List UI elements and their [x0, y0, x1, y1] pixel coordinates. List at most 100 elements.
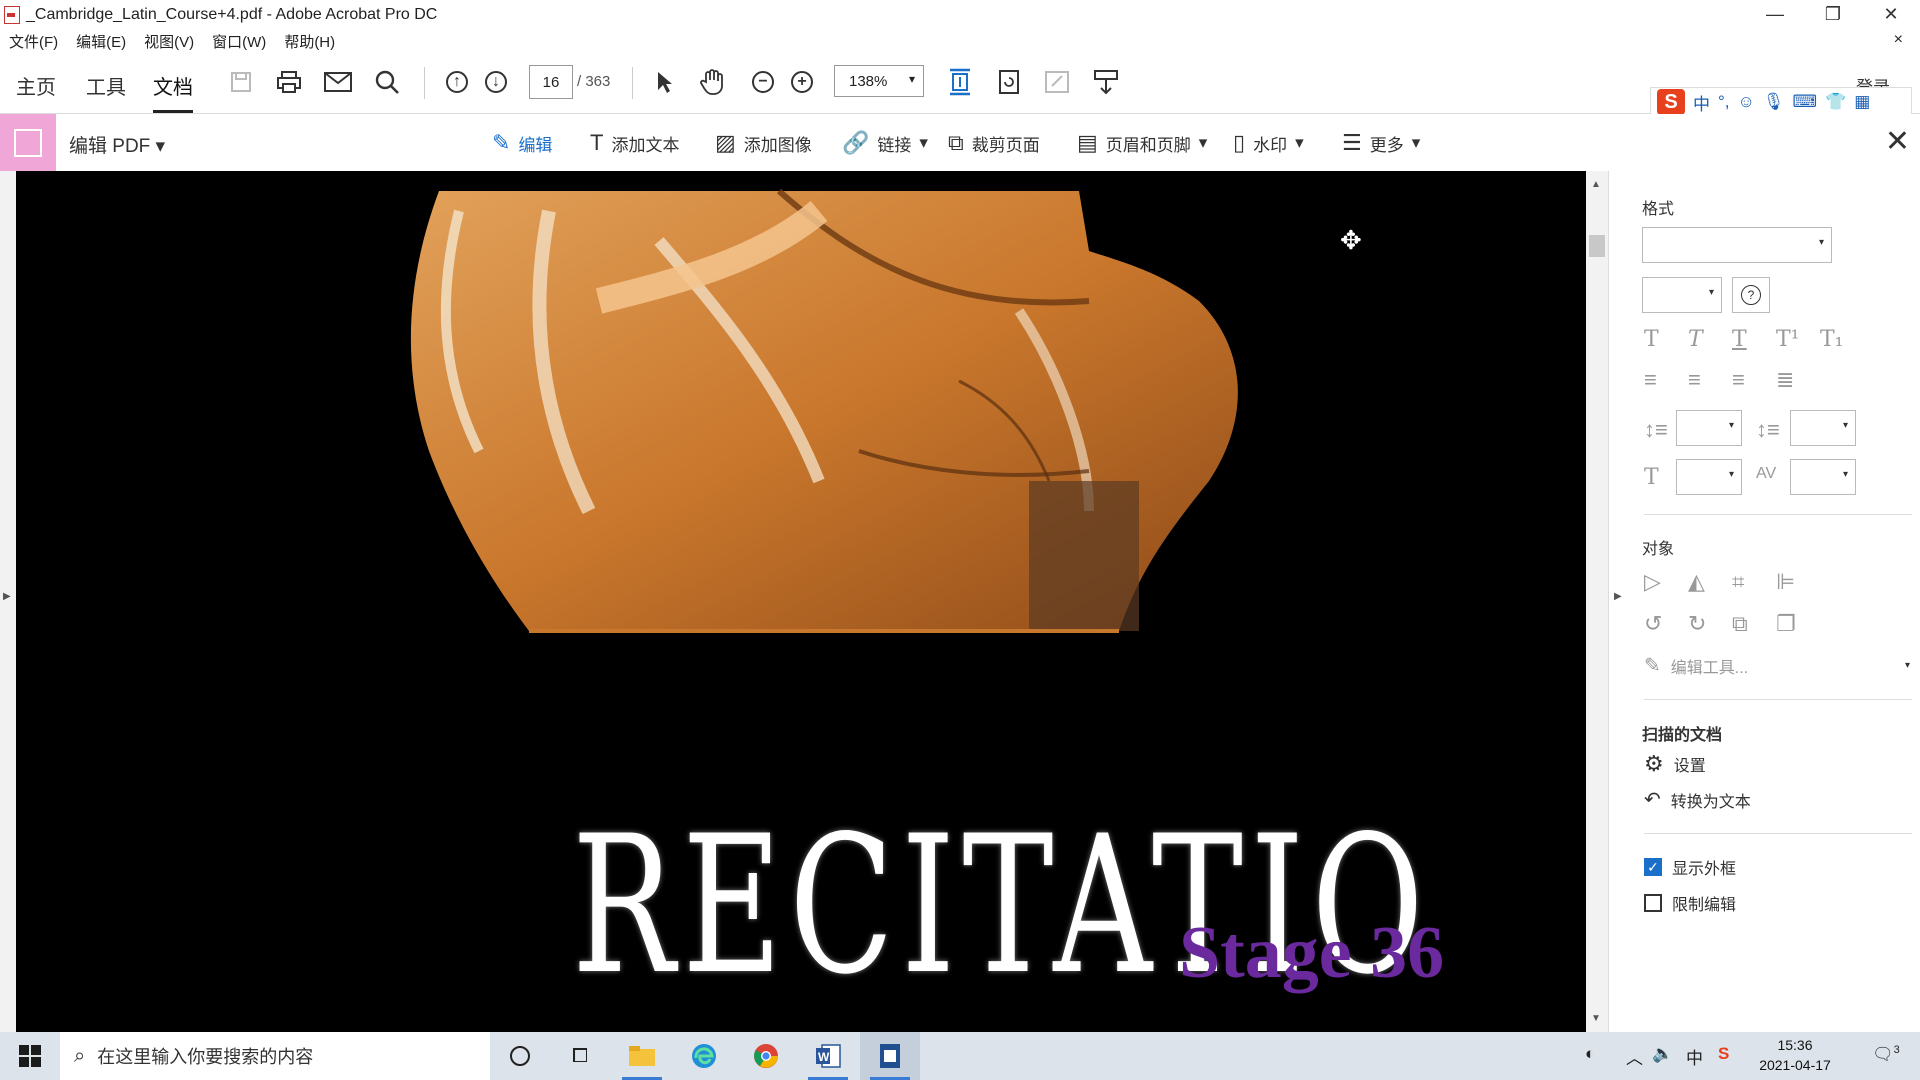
zoom-in-icon[interactable]: +: [787, 67, 817, 97]
menu-edit[interactable]: 编辑(E): [76, 31, 126, 52]
replace-image-icon[interactable]: ⧉: [1732, 611, 1748, 637]
input-language[interactable]: 中: [1686, 1044, 1703, 1069]
cortana-button[interactable]: [490, 1032, 550, 1080]
superscript-icon[interactable]: T¹: [1776, 327, 1800, 352]
save-icon[interactable]: [226, 67, 256, 97]
more-button[interactable]: ☰ 更多 ▾: [1342, 130, 1420, 156]
volume-icon[interactable]: 🔈: [1652, 1044, 1673, 1064]
scan-settings-link[interactable]: ⚙ 设置: [1644, 751, 1706, 777]
next-page-icon[interactable]: ↓: [481, 67, 511, 97]
previous-page-icon[interactable]: ↑: [442, 67, 472, 97]
ime-toolbar[interactable]: S 中 °, ☺ 🎙 ⌨ 👕 ▦: [1650, 87, 1912, 117]
header-footer-button[interactable]: ▤ 页眉和页脚 ▾: [1077, 130, 1207, 156]
align-center-icon[interactable]: ≡: [1688, 367, 1701, 393]
watermark-button[interactable]: ▯ 水印 ▾: [1233, 130, 1304, 156]
show-hidden-icons[interactable]: ︿: [1626, 1044, 1643, 1069]
restrict-editing-checkbox[interactable]: 限制编辑: [1644, 891, 1736, 915]
skin-icon[interactable]: 👕: [1825, 92, 1846, 112]
crop-icon[interactable]: ⌗: [1732, 569, 1744, 595]
rotate-view-icon[interactable]: [994, 67, 1024, 97]
show-bounding-boxes-checkbox[interactable]: ✓ 显示外框: [1644, 855, 1736, 879]
file-explorer-app[interactable]: [612, 1032, 672, 1080]
tab-tools[interactable]: 工具: [86, 71, 126, 100]
text-underline-icon[interactable]: T: [1732, 327, 1747, 352]
help-button[interactable]: ?: [1732, 277, 1770, 313]
edge-app[interactable]: [674, 1032, 734, 1080]
search-icon[interactable]: [372, 67, 402, 97]
punctuation-icon[interactable]: °,: [1718, 92, 1730, 112]
ime-mode[interactable]: 中: [1693, 90, 1710, 115]
right-panel-toggle[interactable]: ▶: [1608, 171, 1633, 1032]
vertical-scrollbar[interactable]: ▲ ▼: [1586, 171, 1608, 1032]
arrange-icon[interactable]: ❐: [1776, 611, 1796, 637]
task-view-button[interactable]: ⧠: [550, 1032, 610, 1080]
add-image-button[interactable]: ▨ 添加图像: [715, 130, 812, 156]
checkbox-checked[interactable]: ✓: [1644, 858, 1662, 876]
line-spacing-select[interactable]: ▾: [1676, 410, 1742, 446]
close-edit-button[interactable]: ✕: [1885, 124, 1910, 159]
rotate-right-icon[interactable]: ↻: [1688, 611, 1706, 637]
minimize-button[interactable]: —: [1746, 4, 1804, 25]
scroll-down-icon[interactable]: ▼: [1591, 1013, 1601, 1024]
horizontal-scale-select[interactable]: ▾: [1676, 459, 1742, 495]
flip-horizontal-icon[interactable]: ◭: [1688, 569, 1705, 595]
left-panel-toggle[interactable]: ▶: [0, 171, 16, 1032]
page-number-input[interactable]: 16: [529, 65, 573, 99]
flip-vertical-icon[interactable]: ▷: [1644, 569, 1661, 595]
fit-page-icon[interactable]: [945, 67, 975, 97]
menu-file[interactable]: 文件(F): [9, 31, 58, 52]
crop-page-button[interactable]: ⧉ 裁剪页面: [948, 130, 1040, 156]
edit-tool-button[interactable]: ✎ 编辑: [492, 130, 552, 156]
rotate-left-icon[interactable]: ↺: [1644, 611, 1662, 637]
grid-menu-icon[interactable]: ▦: [1854, 92, 1870, 112]
align-left-icon[interactable]: ≡: [1644, 367, 1657, 393]
subscript-icon[interactable]: T₁: [1820, 327, 1844, 352]
scroll-up-icon[interactable]: ▲: [1591, 179, 1601, 190]
email-icon[interactable]: [323, 67, 353, 97]
menu-window[interactable]: 窗口(W): [212, 31, 266, 52]
character-spacing-select[interactable]: ▾: [1790, 459, 1856, 495]
taskbar-search[interactable]: ⌕ 在这里输入你要搜索的内容: [60, 1032, 490, 1080]
emoji-icon[interactable]: ☺: [1738, 92, 1755, 112]
link-button[interactable]: 🔗 链接 ▾: [842, 130, 928, 156]
text-normal-icon[interactable]: T: [1644, 327, 1659, 352]
hand-tool-icon[interactable]: [698, 67, 728, 97]
scroll-thumb[interactable]: [1589, 235, 1605, 257]
chrome-app[interactable]: [736, 1032, 796, 1080]
read-mode-icon[interactable]: [1091, 67, 1121, 97]
paragraph-spacing-select[interactable]: ▾: [1790, 410, 1856, 446]
sync-icon[interactable]: ◐: [1585, 1044, 1595, 1064]
close-window-button[interactable]: ✕: [1862, 4, 1920, 25]
zoom-select[interactable]: 138% ▾: [834, 65, 924, 97]
text-italic-icon[interactable]: T: [1688, 327, 1703, 352]
acrobat-app[interactable]: [860, 1032, 920, 1080]
zoom-out-icon[interactable]: −: [748, 67, 778, 97]
clock[interactable]: 15:36 2021-04-17: [1740, 1035, 1850, 1075]
full-screen-icon[interactable]: [1042, 67, 1072, 97]
notification-center-icon[interactable]: 🗨3: [1872, 1044, 1900, 1065]
start-button[interactable]: [0, 1032, 60, 1080]
edit-pdf-title[interactable]: 编辑 PDF ▾: [69, 131, 165, 158]
maximize-button[interactable]: ❐: [1804, 4, 1862, 25]
align-right-icon[interactable]: ≡: [1732, 367, 1745, 393]
edit-pdf-panel-icon[interactable]: [0, 114, 56, 171]
menu-view[interactable]: 视图(V): [144, 31, 194, 52]
close-document-button[interactable]: ×: [1894, 31, 1903, 49]
tab-home[interactable]: 主页: [16, 71, 56, 100]
select-cursor-icon[interactable]: [650, 67, 680, 97]
checkbox-unchecked[interactable]: [1644, 894, 1662, 912]
menu-help[interactable]: 帮助(H): [284, 31, 335, 52]
align-justify-icon[interactable]: ≣: [1776, 367, 1794, 393]
document-page[interactable]: RECITATIO Stage 36 ✥: [16, 171, 1586, 1032]
align-objects-icon[interactable]: ⊫: [1776, 569, 1795, 595]
print-icon[interactable]: [274, 67, 304, 97]
add-text-button[interactable]: T 添加文本: [590, 130, 679, 156]
microphone-icon[interactable]: 🎙: [1763, 92, 1785, 112]
font-size-select[interactable]: ▾: [1642, 277, 1722, 313]
font-family-select[interactable]: ▾: [1642, 227, 1832, 263]
convert-to-text-link[interactable]: ↶ 转换为文本: [1644, 787, 1751, 812]
sogou-tray-icon[interactable]: S: [1718, 1044, 1729, 1064]
edit-tools-dropdown[interactable]: ✎ 编辑工具... ▾: [1644, 653, 1910, 678]
tab-document[interactable]: 文档: [153, 71, 193, 113]
word-app[interactable]: W: [798, 1032, 858, 1080]
